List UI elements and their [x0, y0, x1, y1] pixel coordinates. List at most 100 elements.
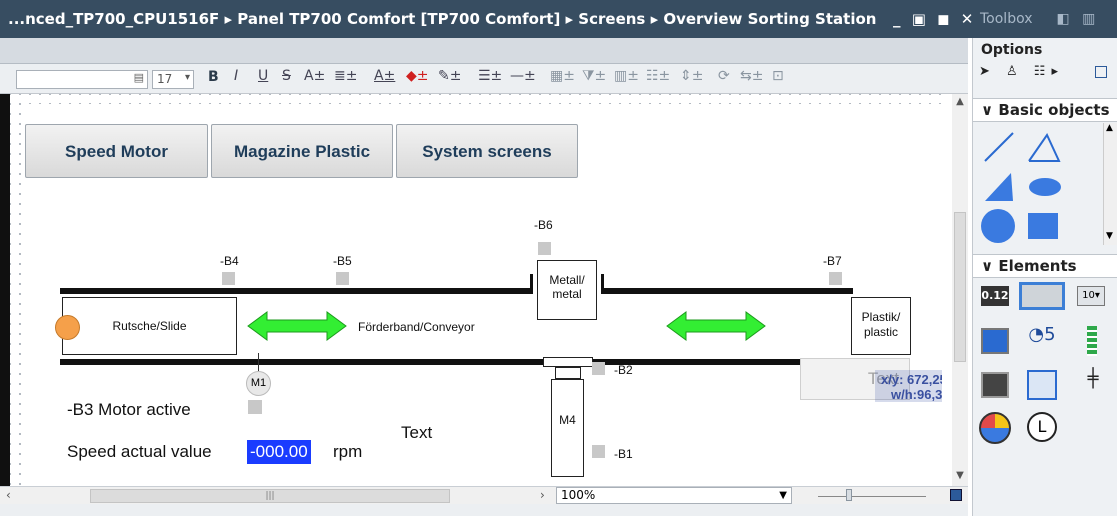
line-width-icon[interactable]: —±	[510, 68, 536, 84]
sensor-b7[interactable]	[829, 272, 842, 285]
button-icon[interactable]	[1019, 282, 1065, 310]
motor-m1[interactable]: M1	[246, 371, 271, 396]
scroll-down-icon[interactable]: ▼	[1106, 231, 1113, 241]
circle-icon[interactable]	[979, 207, 1017, 245]
ellipse-icon[interactable]	[1025, 169, 1065, 205]
horizontal-scroll-thumb[interactable]: |||	[90, 489, 450, 503]
sensor-b1-label: -B1	[614, 447, 633, 461]
bold-icon[interactable]: B	[208, 69, 219, 85]
metal-label-line2: metal	[552, 287, 582, 301]
scroll-right-icon[interactable]: ›	[540, 488, 545, 502]
font-name-dropdown[interactable]: ▤	[16, 70, 148, 89]
breadcrumb: ...nced_TP700_CPU1516F ▸ Panel TP700 Com…	[0, 0, 972, 38]
strikethrough-icon[interactable]: S	[282, 68, 291, 84]
motor-m4-label: M4	[559, 413, 576, 427]
basic-objects-scrollbar[interactable]: ▲ ▼	[1103, 123, 1117, 245]
scroll-left-icon[interactable]: ‹	[6, 488, 11, 502]
sensor-b4[interactable]	[222, 272, 235, 285]
clock-icon[interactable]: L	[1027, 412, 1057, 442]
italic-icon[interactable]: I	[234, 68, 238, 84]
elements-header[interactable]: ∨ Elements	[973, 254, 1117, 278]
chevron-down-icon: ∨	[981, 257, 999, 275]
tooltip-wh: w/h:96,32	[891, 387, 942, 402]
zoom-slider-handle[interactable]	[846, 489, 852, 501]
motor-m4[interactable]: M4	[551, 379, 584, 477]
fill-color-icon[interactable]: ◆±	[406, 68, 429, 84]
scroll-down-icon[interactable]: ▼	[952, 468, 968, 484]
sensor-b5[interactable]	[336, 272, 349, 285]
slide-indicator-lamp[interactable]	[55, 315, 80, 340]
gauge-icon[interactable]	[979, 412, 1011, 444]
format-toolbar: ▤ 17 ▾ B I U S A± ≣± A± ◆± ✎± ☰± —± ▦± ⧩…	[0, 64, 968, 94]
chevron-down-icon: ▼	[779, 490, 787, 501]
hmi-screen[interactable]: Speed Motor Magazine Plastic System scre…	[25, 104, 942, 486]
scroll-up-icon[interactable]: ▲	[952, 94, 968, 110]
switch-icon[interactable]	[981, 372, 1009, 398]
font-grow-icon[interactable]: A±	[304, 68, 325, 84]
align-text-icon[interactable]: ≣±	[334, 68, 357, 84]
chevron-down-icon: ▾	[184, 72, 190, 83]
io-field-icon[interactable]: 0.12	[981, 286, 1009, 306]
date-time-field-icon[interactable]: ◔5	[1027, 324, 1057, 356]
elements-grid: 0.12 10▾ ◔5 ╪ L	[973, 280, 1117, 450]
sensor-b1[interactable]	[592, 445, 605, 458]
window-controls[interactable]: _ ▣ ◼ ✕	[893, 0, 976, 38]
sensor-b5-label: -B5	[333, 254, 352, 268]
align-objects-icon[interactable]: ⧩±	[582, 68, 606, 84]
underline-icon[interactable]: U	[258, 68, 268, 84]
b3-indicator[interactable]	[248, 400, 262, 414]
vertical-scroll-thumb[interactable]	[954, 212, 966, 362]
conveyor-belt-top-right	[602, 288, 853, 294]
zoom-fit-icon[interactable]	[950, 489, 962, 501]
sensor-b7-label: -B7	[823, 254, 842, 268]
rotate-icon[interactable]: ⟳	[718, 68, 730, 84]
line-style-icon[interactable]: ☰±	[478, 68, 502, 84]
tooltip-xy: x/y: 672,251	[881, 372, 942, 387]
slide-label: Rutsche/Slide	[112, 319, 187, 333]
metal-gate-left	[530, 274, 533, 294]
slider-icon[interactable]: ╪	[1085, 368, 1101, 400]
system-screens-button[interactable]: System screens	[396, 124, 578, 178]
metal-bin[interactable]: Metall/ metal	[537, 260, 597, 320]
metal-gate-right	[601, 274, 604, 294]
bar-icon[interactable]	[1087, 326, 1097, 356]
pattern-icon[interactable]: ▦±	[550, 68, 575, 84]
basic-objects-grid	[973, 123, 1103, 245]
zoom-slider[interactable]	[818, 496, 926, 497]
toolbox-options-icons[interactable]: ➤ ♙ ☷▸	[979, 64, 1064, 79]
basic-objects-header[interactable]: ∨ Basic objects	[973, 98, 1117, 122]
vertical-scrollbar[interactable]: ▲ ▼	[952, 94, 968, 486]
speed-io-field[interactable]: -000.00	[247, 440, 311, 464]
rectangle-icon[interactable]	[1025, 209, 1061, 243]
options-label[interactable]: Options	[973, 38, 1117, 62]
zoom-select-icon[interactable]: ⊡	[772, 68, 784, 84]
slide-box[interactable]: Rutsche/Slide	[62, 297, 237, 355]
layer-icon[interactable]: ⇆±	[740, 68, 763, 84]
line-color-icon[interactable]: ✎±	[438, 68, 461, 84]
screen-canvas[interactable]: Speed Motor Magazine Plastic System scre…	[10, 94, 942, 486]
m4-coupling	[543, 357, 593, 367]
font-color-icon[interactable]: A±	[374, 68, 395, 84]
line-icon[interactable]	[981, 129, 1017, 165]
conveyor-belt-top-left	[60, 288, 532, 294]
text-label-1[interactable]: Text	[401, 423, 432, 443]
scroll-up-icon[interactable]: ▲	[1106, 123, 1113, 133]
plastic-bin[interactable]: Plastik/ plastic	[851, 297, 911, 355]
sensor-b2[interactable]	[592, 362, 605, 375]
sensor-b6[interactable]	[538, 242, 551, 255]
polygon-icon[interactable]	[981, 169, 1017, 205]
graphic-io-icon[interactable]	[981, 328, 1009, 354]
arrange-icon[interactable]: ☷±	[646, 68, 670, 84]
zoom-dropdown[interactable]: 100% ▼	[556, 487, 792, 504]
distribute-icon[interactable]: ▥±	[614, 68, 639, 84]
magazine-plastic-button[interactable]: Magazine Plastic	[211, 124, 393, 178]
horizontal-scrollbar[interactable]: ‹ ||| › 100% ▼	[0, 486, 968, 504]
view-toggle-icon[interactable]	[1095, 66, 1107, 78]
spacing-icon[interactable]: ⇕±	[680, 68, 703, 84]
symbolic-io-icon[interactable]: 10▾	[1077, 286, 1105, 306]
font-size-dropdown[interactable]: 17 ▾	[152, 70, 194, 89]
position-tooltip: x/y: 672,251 w/h:96,32	[875, 370, 942, 402]
speed-motor-button[interactable]: Speed Motor	[25, 124, 208, 178]
graphic-view-icon[interactable]	[1027, 370, 1057, 400]
polyline-icon[interactable]	[1025, 129, 1061, 165]
